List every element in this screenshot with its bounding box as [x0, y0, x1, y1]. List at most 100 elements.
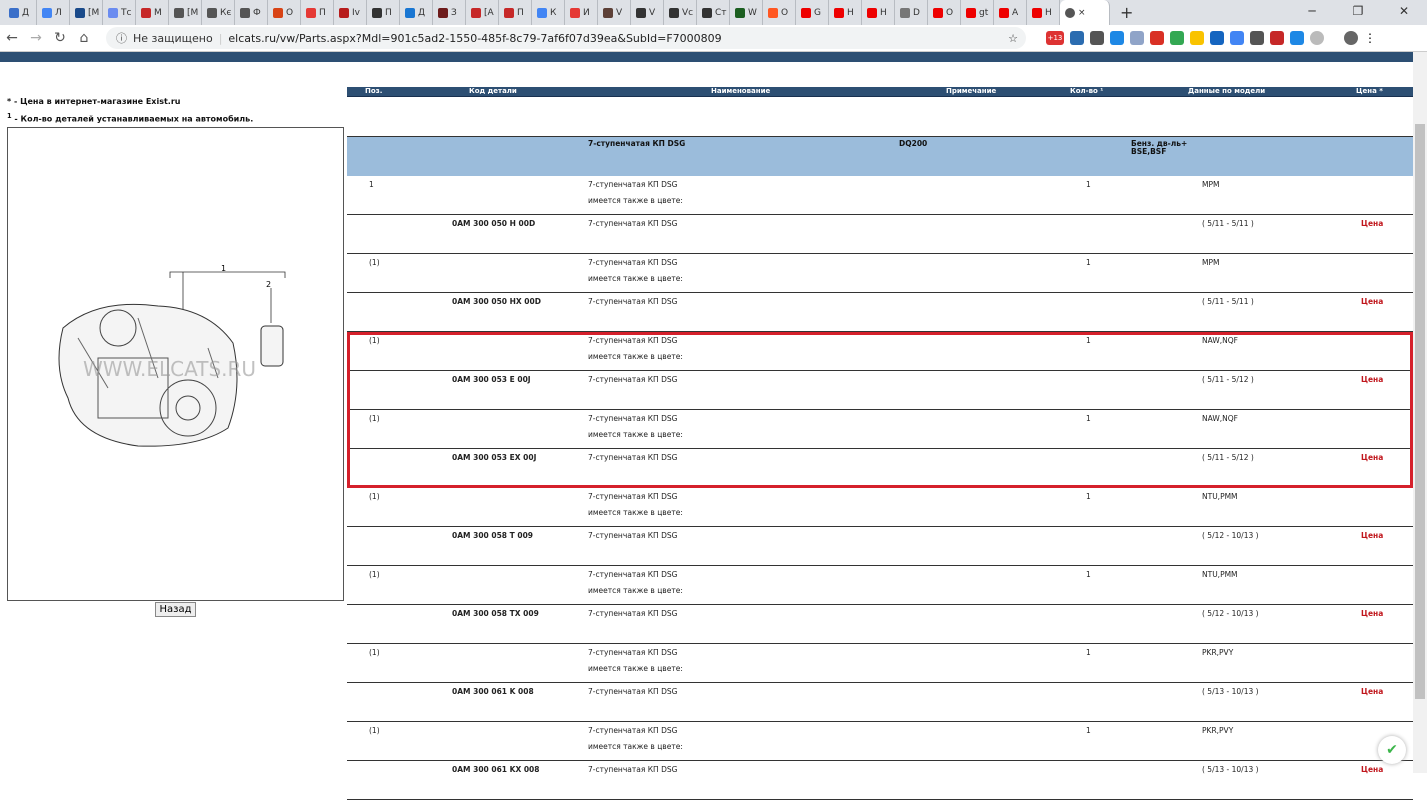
acrobat-icon[interactable] — [1290, 31, 1304, 45]
table-row: 0AM 300 061 K 008 7-ступенчатая КП DSG ( 5… — [347, 683, 1413, 722]
tab-label: V — [649, 7, 656, 18]
favicon-icon — [900, 7, 910, 18]
cell-color-note: имеется также в цвете: — [588, 508, 683, 517]
price-link[interactable]: Цена — [1361, 375, 1383, 384]
reload-icon[interactable]: ↻ — [48, 30, 72, 46]
cell-part-code: 0AM 300 050 H 00D — [452, 219, 536, 228]
maximize-button[interactable]: ❐ — [1335, 0, 1381, 22]
forward-icon[interactable]: → — [24, 30, 48, 46]
new-tab-button[interactable]: + — [1120, 3, 1133, 22]
mail-icon[interactable] — [1130, 31, 1144, 45]
browser-tab[interactable]: H — [1027, 0, 1060, 25]
browser-tab[interactable]: O — [763, 0, 796, 25]
avatar[interactable] — [1344, 31, 1358, 45]
cell-name: 7-ступенчатая КП DSG — [588, 258, 678, 267]
cell-pos: (1) — [369, 492, 380, 501]
browser-tab[interactable]: Тс — [103, 0, 136, 25]
tab-label: V — [616, 7, 623, 18]
price-link[interactable]: Цена — [1361, 297, 1383, 306]
home-icon[interactable]: ⌂ — [72, 30, 96, 46]
gmail-icon[interactable] — [1150, 31, 1164, 45]
cell-color-note: имеется также в цвете: — [588, 430, 683, 439]
browser-tab[interactable]: П — [367, 0, 400, 25]
browser-tab[interactable]: [M — [70, 0, 103, 25]
browser-tab[interactable]: [M — [169, 0, 202, 25]
browser-tab-active[interactable]: × — [1060, 0, 1110, 25]
browser-tab[interactable]: A — [994, 0, 1027, 25]
globe-icon[interactable] — [1310, 31, 1324, 45]
cart-icon[interactable] — [1110, 31, 1124, 45]
browser-tab[interactable]: [A — [466, 0, 499, 25]
extension-icon[interactable]: +13 — [1046, 31, 1064, 45]
menu-icon[interactable]: ⋮ — [1364, 31, 1378, 45]
browser-tab[interactable]: M — [136, 0, 169, 25]
browser-tab[interactable]: Ст — [697, 0, 730, 25]
browser-tab[interactable]: Л — [37, 0, 70, 25]
browser-tab[interactable]: G — [796, 0, 829, 25]
extension-icon[interactable] — [1190, 31, 1204, 45]
scrollbar[interactable] — [1413, 52, 1427, 773]
minimize-button[interactable]: ─ — [1289, 0, 1335, 22]
extension-icon[interactable] — [1250, 31, 1264, 45]
cell-part-code: 0AM 300 050 HX 00D — [452, 297, 541, 306]
cell-name: 7-ступенчатая КП DSG — [588, 609, 678, 618]
cell-name: 7-ступенчатая КП DSG — [588, 180, 678, 189]
browser-tab[interactable]: V — [598, 0, 631, 25]
browser-tab[interactable]: П — [499, 0, 532, 25]
browser-tab[interactable]: Ф — [235, 0, 268, 25]
shield-check-icon[interactable]: ✔ — [1378, 736, 1406, 764]
browser-tab[interactable]: O — [928, 0, 961, 25]
col-pos: Поз. — [365, 87, 383, 95]
browser-tab[interactable]: Кє — [202, 0, 235, 25]
price-link[interactable]: Цена — [1361, 687, 1383, 696]
cell-pos: (1) — [369, 414, 380, 423]
extension-icon[interactable] — [1090, 31, 1104, 45]
price-link[interactable]: Цена — [1361, 531, 1383, 540]
browser-tab[interactable]: H — [862, 0, 895, 25]
browser-tab[interactable]: О — [268, 0, 301, 25]
scrollbar-thumb[interactable] — [1415, 124, 1425, 699]
price-link[interactable]: Цена — [1361, 219, 1383, 228]
bookmark-star-icon[interactable]: ☆ — [1008, 32, 1018, 45]
cell-name: 7-ступенчатая КП DSG — [588, 414, 678, 423]
back-icon[interactable]: ← — [0, 30, 24, 46]
tab-label: H — [847, 7, 854, 18]
info-icon[interactable]: ⓘ — [116, 30, 127, 46]
cell-name: 7-ступенчатая КП DSG — [588, 531, 678, 540]
browser-tab[interactable]: Vc — [664, 0, 697, 25]
translate-icon[interactable] — [1230, 31, 1244, 45]
extension-icon[interactable] — [1270, 31, 1284, 45]
drive-icon[interactable] — [1170, 31, 1184, 45]
tab-close-icon[interactable]: × — [1078, 8, 1086, 18]
cell-color-note: имеется также в цвете: — [588, 352, 683, 361]
tab-label: A — [1012, 7, 1019, 18]
cell-name: 7-ступенчатая КП DSG — [588, 453, 678, 462]
browser-tab[interactable]: W — [730, 0, 763, 25]
browser-tab[interactable]: Д — [4, 0, 37, 25]
price-link[interactable]: Цена — [1361, 609, 1383, 618]
extension-icon[interactable] — [1070, 31, 1084, 45]
browser-tab[interactable]: gt — [961, 0, 994, 25]
favicon-icon — [999, 7, 1009, 18]
browser-tab[interactable]: К — [532, 0, 565, 25]
browser-tab[interactable]: П — [301, 0, 334, 25]
browser-tab[interactable]: D — [895, 0, 928, 25]
table-row: 0AM 300 053 EX 00J 7-ступенчатая КП DSG ( … — [347, 449, 1413, 488]
col-price: Цена * — [1356, 87, 1383, 95]
browser-tab[interactable]: Iv — [334, 0, 367, 25]
cell-part-code: 0AM 300 058 T 009 — [452, 531, 534, 540]
browser-tab[interactable]: Д — [400, 0, 433, 25]
close-window-button[interactable]: ✕ — [1381, 0, 1427, 22]
window-controls: ─ ❐ ✕ — [1289, 0, 1427, 22]
price-link[interactable]: Цена — [1361, 453, 1383, 462]
browser-tab[interactable]: И — [565, 0, 598, 25]
favicon-icon — [207, 7, 217, 18]
browser-tab[interactable]: V — [631, 0, 664, 25]
browser-tab[interactable]: H — [829, 0, 862, 25]
extension-icon[interactable] — [1210, 31, 1224, 45]
cell-qty: 1 — [1086, 648, 1091, 657]
cell-model-data: ( 5/11 - 5/12 ) — [1202, 375, 1254, 384]
back-button[interactable]: Назад — [155, 602, 196, 617]
browser-tab[interactable]: З — [433, 0, 466, 25]
url-input[interactable]: ⓘ Не защищено | elcats.ru/vw/Parts.aspx?… — [106, 27, 1026, 49]
